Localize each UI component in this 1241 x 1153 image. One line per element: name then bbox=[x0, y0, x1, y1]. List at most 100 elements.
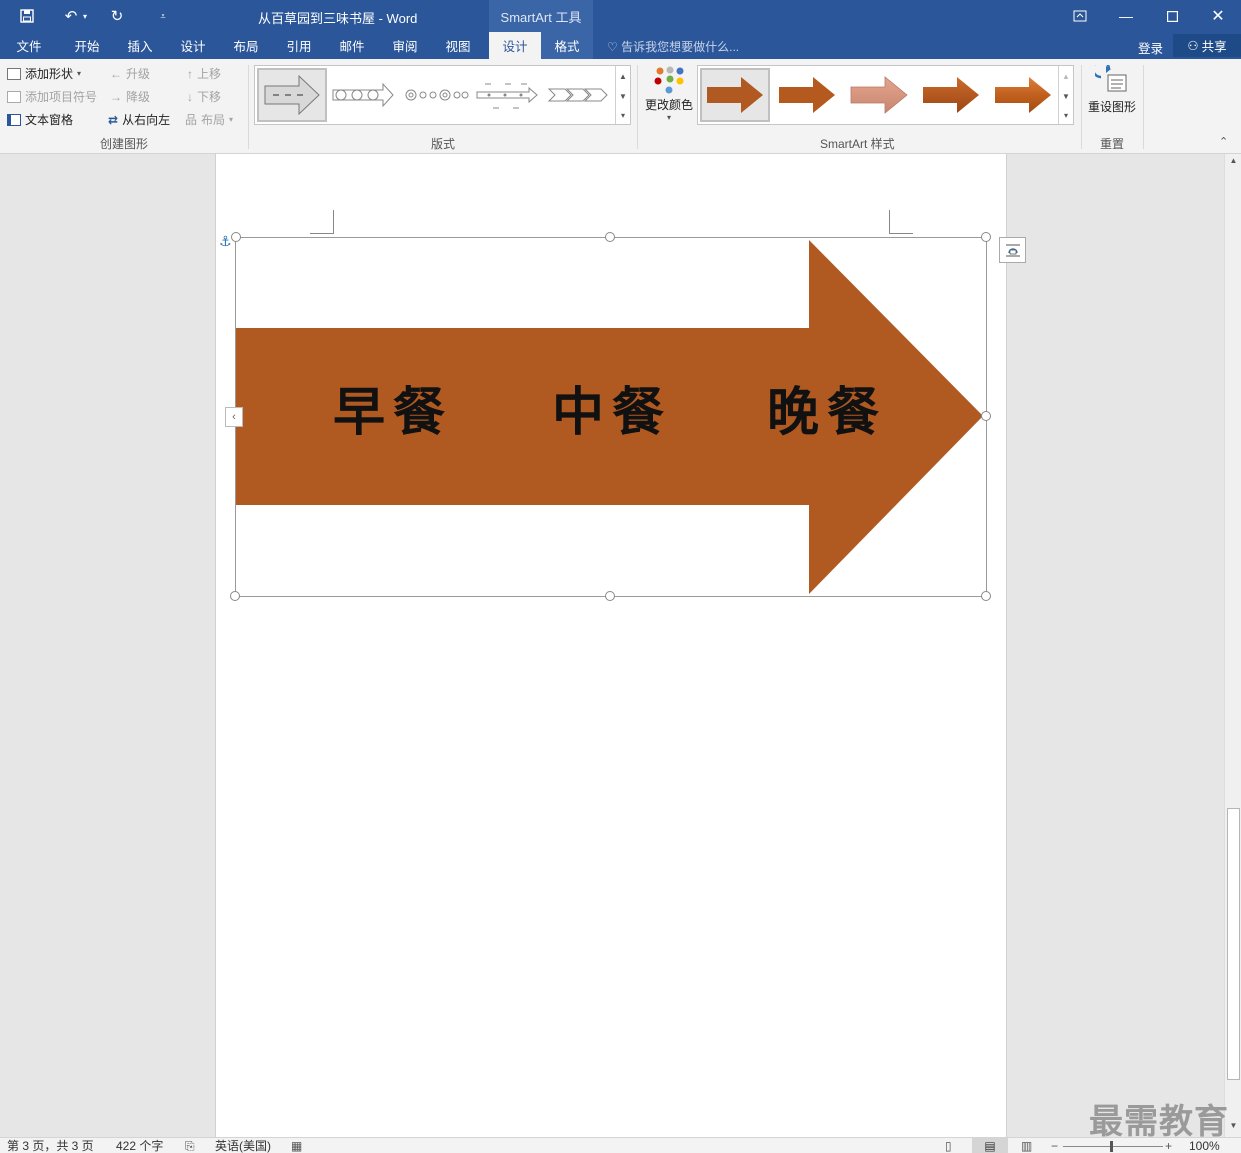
smartart-styles-group-label: SmartArt 样式 bbox=[820, 137, 895, 151]
arrow-right-icon: → bbox=[110, 89, 122, 104]
vertical-scrollbar[interactable]: ▲ ▼ bbox=[1224, 154, 1241, 1137]
proofing-icon[interactable]: ⎘ bbox=[185, 1138, 195, 1153]
layout-option-timeline-arrow[interactable] bbox=[473, 68, 543, 122]
add-bullet-label: 添加项目符号 bbox=[25, 90, 98, 104]
language-indicator[interactable]: 英语(美国) bbox=[215, 1138, 271, 1153]
layout-option-circle-process[interactable] bbox=[401, 68, 471, 122]
resize-handle-bottom-left[interactable] bbox=[230, 591, 240, 601]
title-bar: ↶ ▾ ↻ ⩡ 从百草园到三味书屋 - Word SmartArt 工具 — ✕ bbox=[0, 0, 1241, 32]
tab-references[interactable]: 引用 bbox=[274, 32, 324, 59]
gallery-scroll-up[interactable]: ▲ bbox=[1058, 66, 1073, 86]
layout-option-chevron-process[interactable] bbox=[545, 68, 615, 122]
ribbon-display-options-icon[interactable] bbox=[1057, 0, 1103, 32]
layout-button[interactable]: 品 布局 ▾ bbox=[185, 111, 233, 128]
minimize-icon[interactable]: — bbox=[1103, 0, 1149, 32]
text-pane-button[interactable]: 文本窗格 bbox=[7, 111, 73, 128]
zoom-slider[interactable] bbox=[1063, 1146, 1163, 1147]
move-down-label: 下移 bbox=[197, 90, 222, 104]
scroll-up-arrow-icon[interactable]: ▲ bbox=[1227, 156, 1240, 170]
resize-handle-bottom-right[interactable] bbox=[981, 591, 991, 601]
tell-me-box[interactable]: ♡ 告诉我您想要做什么... bbox=[607, 38, 739, 55]
maximize-icon[interactable] bbox=[1149, 0, 1195, 32]
chevron-down-icon: ▾ bbox=[666, 113, 671, 122]
tab-review[interactable]: 审阅 bbox=[380, 32, 430, 59]
layout-label: 布局 bbox=[201, 113, 226, 127]
scrollbar-thumb[interactable] bbox=[1227, 808, 1240, 1080]
tab-smartart-design[interactable]: 设计 bbox=[489, 32, 541, 59]
read-mode-icon[interactable]: ▯ bbox=[945, 1138, 952, 1153]
word-count[interactable]: 422 个字 bbox=[116, 1138, 163, 1153]
move-down-button[interactable]: ↓ 下移 bbox=[187, 88, 221, 105]
layout-option-block-arrow[interactable] bbox=[257, 68, 327, 122]
arrow-label-breakfast[interactable]: 早餐 bbox=[333, 370, 453, 445]
right-to-left-button[interactable]: ⇄ 从右向左 bbox=[108, 111, 170, 128]
arrow-label-lunch[interactable]: 中餐 bbox=[552, 370, 672, 445]
style-option-moderate[interactable] bbox=[844, 68, 914, 122]
tab-design[interactable]: 设计 bbox=[168, 32, 218, 59]
sign-in-link[interactable]: 登录 bbox=[1138, 38, 1163, 57]
tab-mailings[interactable]: 邮件 bbox=[327, 32, 377, 59]
redo-icon[interactable]: ↻ bbox=[104, 4, 130, 28]
arrow-label-dinner[interactable]: 晚餐 bbox=[767, 370, 887, 445]
text-pane-label: 文本窗格 bbox=[25, 113, 74, 127]
share-label: 共享 bbox=[1201, 40, 1227, 54]
zoom-in-icon[interactable]: + bbox=[1165, 1138, 1172, 1153]
macro-record-icon[interactable]: ▦ bbox=[291, 1138, 302, 1153]
style-option-polished[interactable] bbox=[988, 68, 1058, 122]
layout-options-icon[interactable] bbox=[999, 237, 1026, 263]
style-option-simple[interactable] bbox=[700, 68, 770, 122]
tab-layout[interactable]: 布局 bbox=[221, 32, 271, 59]
add-shape-button[interactable]: 添加形状 ▾ bbox=[7, 65, 81, 82]
resize-handle-top[interactable] bbox=[605, 232, 615, 242]
org-chart-icon: 品 bbox=[185, 113, 198, 127]
zoom-out-icon[interactable]: − bbox=[1051, 1138, 1058, 1153]
margin-mark-top-right bbox=[889, 210, 913, 234]
promote-button[interactable]: ← 升级 bbox=[110, 65, 150, 82]
person-icon: ⚇ bbox=[1187, 39, 1199, 53]
style-option-intense[interactable] bbox=[916, 68, 986, 122]
resize-handle-top-left[interactable] bbox=[231, 232, 241, 242]
layouts-gallery: ▲ ▼ ▾ bbox=[254, 65, 631, 125]
reset-graphic-button[interactable]: 重设图形 bbox=[1086, 65, 1138, 115]
zoom-slider-thumb[interactable] bbox=[1110, 1141, 1113, 1152]
arrow-down-icon: ↓ bbox=[187, 89, 193, 104]
change-colors-button[interactable]: 更改颜色 ▾ bbox=[642, 65, 696, 122]
tab-smartart-format[interactable]: 格式 bbox=[541, 32, 593, 59]
customize-qat-icon[interactable]: ⩡ bbox=[150, 4, 176, 28]
resize-handle-right[interactable] bbox=[981, 411, 991, 421]
text-pane-toggle-icon[interactable]: ‹ bbox=[225, 407, 243, 427]
group-divider bbox=[1143, 65, 1144, 149]
anchor-icon: ⚓ bbox=[219, 233, 232, 249]
demote-button[interactable]: → 降级 bbox=[110, 88, 150, 105]
layout-option-circle-arrows[interactable] bbox=[329, 68, 399, 122]
page-count[interactable]: 第 3 页，共 3 页 bbox=[7, 1138, 94, 1153]
right-to-left-label: 从右向左 bbox=[122, 113, 171, 127]
tab-file[interactable]: 文件 bbox=[4, 32, 54, 59]
tab-insert[interactable]: 插入 bbox=[115, 32, 165, 59]
document-title: 从百草园到三味书屋 - Word bbox=[258, 11, 418, 26]
save-icon[interactable] bbox=[14, 4, 40, 28]
style-option-subtle[interactable] bbox=[772, 68, 842, 122]
gallery-scroll-down[interactable]: ▼ bbox=[1058, 86, 1073, 106]
gallery-expand[interactable]: ▾ bbox=[615, 106, 630, 124]
tab-view[interactable]: 视图 bbox=[433, 32, 483, 59]
move-up-button[interactable]: ↑ 上移 bbox=[187, 65, 221, 82]
close-icon[interactable]: ✕ bbox=[1195, 0, 1241, 32]
gallery-scroll-up[interactable]: ▲ bbox=[615, 66, 630, 86]
share-button[interactable]: ⚇ 共享 bbox=[1173, 34, 1241, 57]
add-bullet-button[interactable]: 添加项目符号 bbox=[7, 88, 97, 105]
collapse-ribbon-icon[interactable]: ⌃ bbox=[1219, 135, 1228, 148]
undo-dropdown-icon[interactable]: ▾ bbox=[78, 4, 92, 28]
gallery-scroll-down[interactable]: ▼ bbox=[615, 86, 630, 106]
web-layout-icon[interactable]: ▥ bbox=[1021, 1138, 1032, 1153]
resize-handle-top-right[interactable] bbox=[981, 232, 991, 242]
zoom-level[interactable]: 100% bbox=[1189, 1138, 1220, 1153]
reset-graphic-icon bbox=[1095, 65, 1127, 92]
gallery-expand[interactable]: ▾ bbox=[1058, 106, 1073, 124]
tell-me-text: 告诉我您想要做什么... bbox=[621, 40, 740, 54]
arrow-up-icon: ↑ bbox=[187, 66, 193, 81]
resize-handle-bottom[interactable] bbox=[605, 591, 615, 601]
group-divider bbox=[248, 65, 249, 149]
print-layout-icon[interactable]: ▤ bbox=[972, 1138, 1008, 1153]
tab-home[interactable]: 开始 bbox=[62, 32, 112, 59]
